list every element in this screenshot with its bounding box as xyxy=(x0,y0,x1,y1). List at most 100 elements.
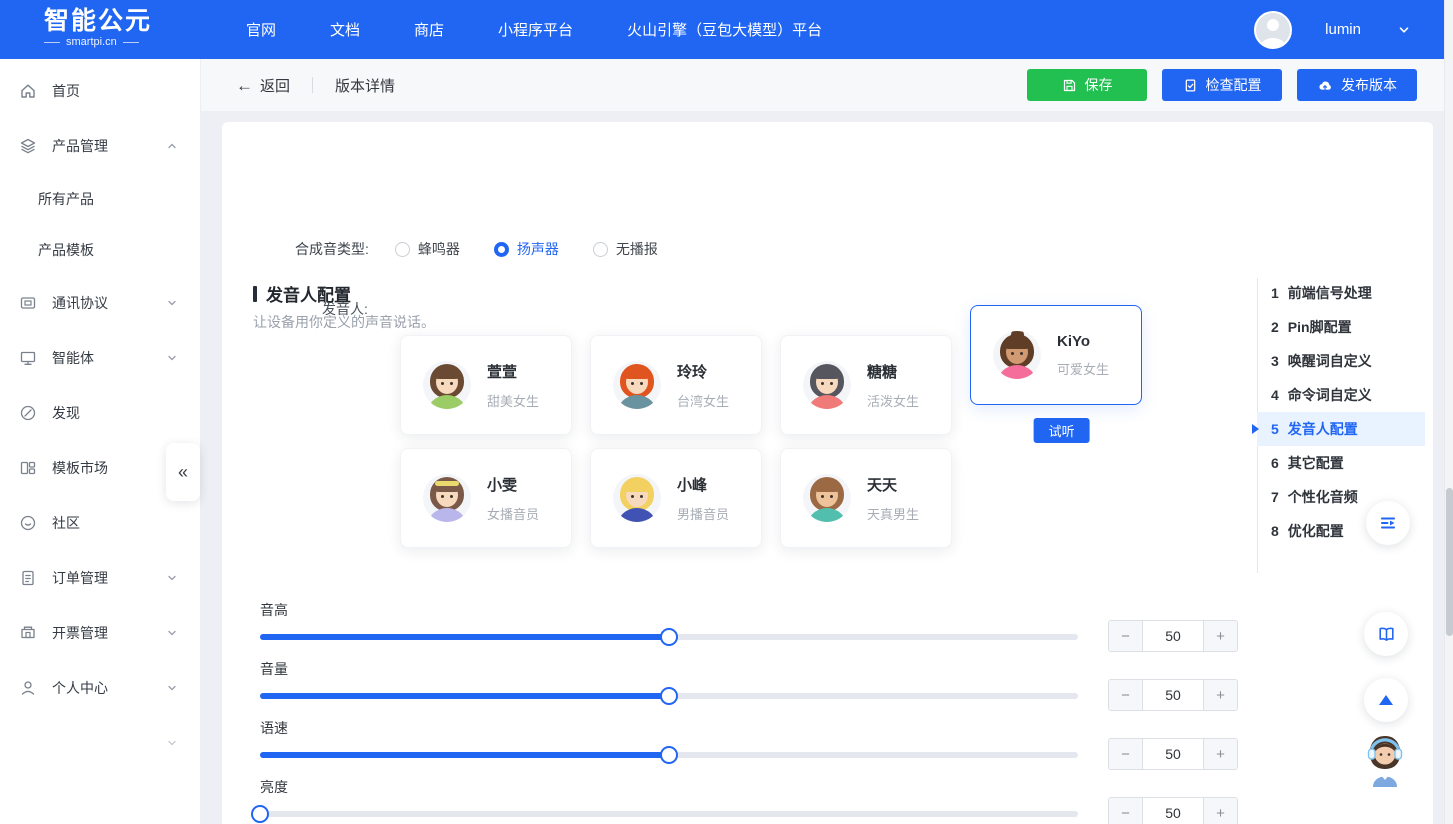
toolbar-left: ← 返回 版本详情 xyxy=(236,59,395,111)
slider-fill xyxy=(260,693,669,699)
audition-button[interactable]: 试听 xyxy=(1034,418,1090,443)
sidebar-item-order-management[interactable]: 订单管理 xyxy=(0,550,200,605)
avatar-eyes xyxy=(1011,352,1014,355)
community-icon xyxy=(19,514,37,532)
config-step-4[interactable]: 4命令词自定义 xyxy=(1257,378,1425,412)
sidebar-item-discover[interactable]: 发现 xyxy=(0,385,200,440)
sidebar-item-personal-center[interactable]: 个人中心 xyxy=(0,660,200,715)
avatar-fringe xyxy=(624,366,650,379)
synth-option-1[interactable]: 扬声器 xyxy=(494,239,559,259)
slider-row-1: 音高−+ xyxy=(222,600,1272,656)
filter-icon xyxy=(1378,513,1398,533)
slider-track[interactable] xyxy=(260,693,1078,699)
voice-card-3[interactable]: 糖糖活泼女生 xyxy=(780,335,952,435)
sidebar-item-label: 产品模板 xyxy=(38,240,94,260)
voice-meta: 小峰男播音员 xyxy=(677,474,729,523)
stepper-minus-button[interactable]: − xyxy=(1109,680,1143,710)
voices-label: 发音人: xyxy=(322,299,368,319)
voice-card-5[interactable]: 小雯女播音员 xyxy=(400,448,572,548)
home-icon xyxy=(19,82,37,100)
slider-handle[interactable] xyxy=(660,687,678,705)
user-avatar[interactable] xyxy=(1254,11,1292,49)
stepper-minus-button[interactable]: − xyxy=(1109,621,1143,651)
slider-handle[interactable] xyxy=(660,746,678,764)
voice-card-1[interactable]: 萱萱甜美女生 xyxy=(400,335,572,435)
config-step-1[interactable]: 1前端信号处理 xyxy=(1257,276,1425,310)
page-scrollbar[interactable] xyxy=(1444,0,1453,824)
chevron-down-icon[interactable] xyxy=(1397,23,1411,37)
logo[interactable]: 智能公元 smartpi.cn xyxy=(44,7,174,48)
sidebar-item-product-management[interactable]: 产品管理 xyxy=(0,118,200,173)
toolbar-divider xyxy=(312,77,313,93)
sidebar-item-community[interactable]: 社区 xyxy=(0,495,200,550)
voice-card-2[interactable]: 玲玲台湾女生 xyxy=(590,335,762,435)
sidebar-collapse-button[interactable]: « xyxy=(166,443,200,501)
back-button[interactable]: ← 返回 xyxy=(236,75,290,96)
sidebar-item-product-templates[interactable]: 产品模板 xyxy=(0,224,200,275)
sidebar-item-protocol[interactable]: 通讯协议 xyxy=(0,275,200,330)
slider-label: 音量 xyxy=(260,659,288,679)
synth-type-row: 合成音类型: 蜂鸣器扬声器无播报 xyxy=(295,239,658,259)
sidebar-menu: 首页产品管理所有产品产品模板通讯协议智能体发现模板市场社区订单管理开票管理个人中… xyxy=(0,63,200,770)
username[interactable]: lumin xyxy=(1325,21,1361,38)
avatar-eyes xyxy=(821,382,824,385)
sidebar-item-invoice-management[interactable]: 开票管理 xyxy=(0,605,200,660)
config-step-3[interactable]: 3唤醒词自定义 xyxy=(1257,344,1425,378)
stepper-value-input[interactable] xyxy=(1143,680,1203,710)
publish-button[interactable]: 发布版本 xyxy=(1297,69,1417,101)
radio-label: 无播报 xyxy=(616,239,658,259)
voice-avatar xyxy=(613,474,661,522)
check-config-button[interactable]: 检查配置 xyxy=(1162,69,1282,101)
nav-link[interactable]: 火山引擎（豆包大模型）平台 xyxy=(627,19,822,40)
slider-handle[interactable] xyxy=(251,805,269,823)
config-step-6[interactable]: 6其它配置 xyxy=(1257,446,1425,480)
save-button[interactable]: 保存 xyxy=(1027,69,1147,101)
avatar-eyes xyxy=(441,382,444,385)
config-step-2[interactable]: 2Pin脚配置 xyxy=(1257,310,1425,344)
nav-link[interactable]: 官网 xyxy=(246,19,276,40)
synth-option-2[interactable]: 无播报 xyxy=(593,239,658,259)
chevron-down-icon xyxy=(166,297,178,309)
stepper-minus-button[interactable]: − xyxy=(1109,798,1143,824)
sidebar-item-agent[interactable]: 智能体 xyxy=(0,330,200,385)
save-icon xyxy=(1062,78,1077,93)
top-navbar: 智能公元 smartpi.cn 官网 文档 商店 小程序平台 火山引擎（豆包大模型）平台… xyxy=(0,0,1453,59)
sidebar-item-home[interactable]: 首页 xyxy=(0,63,200,118)
check-config-label: 检查配置 xyxy=(1206,75,1262,95)
voice-card-6[interactable]: 小峰男播音员 xyxy=(590,448,762,548)
filter-fab-button[interactable] xyxy=(1366,501,1410,545)
avatar-fringe xyxy=(814,366,840,379)
stepper-value-input[interactable] xyxy=(1143,621,1203,651)
avatar-fringe xyxy=(814,479,840,492)
avatar-fringe xyxy=(434,366,460,379)
stepper-plus-button[interactable]: + xyxy=(1203,621,1237,651)
config-step-5[interactable]: 5发音人配置 xyxy=(1257,412,1425,446)
voice-card-4[interactable]: KiYo可爱女生 xyxy=(970,305,1142,405)
slider-handle[interactable] xyxy=(660,628,678,646)
stepper-plus-button[interactable]: + xyxy=(1203,739,1237,769)
logo-title: 智能公元 xyxy=(44,7,174,35)
stepper-minus-button[interactable]: − xyxy=(1109,739,1143,769)
slider-track[interactable] xyxy=(260,811,1078,817)
step-label: 发音人配置 xyxy=(1288,419,1358,439)
invoice-icon xyxy=(19,624,37,642)
stepper-plus-button[interactable]: + xyxy=(1203,798,1237,824)
voice-avatar xyxy=(993,331,1041,379)
stepper-value-input[interactable] xyxy=(1143,739,1203,769)
synth-option-0[interactable]: 蜂鸣器 xyxy=(395,239,460,259)
nav-link[interactable]: 商店 xyxy=(414,19,444,40)
step-number: 1 xyxy=(1271,285,1279,301)
slider-track[interactable] xyxy=(260,634,1078,640)
docs-fab-button[interactable] xyxy=(1364,612,1408,656)
customer-service-avatar[interactable] xyxy=(1356,729,1414,787)
stepper-plus-button[interactable]: + xyxy=(1203,680,1237,710)
sidebar-item-extra[interactable] xyxy=(0,715,200,770)
slider-track[interactable] xyxy=(260,752,1078,758)
nav-link[interactable]: 文档 xyxy=(330,19,360,40)
voice-card-7[interactable]: 天天天真男生 xyxy=(780,448,952,548)
back-to-top-button[interactable] xyxy=(1364,678,1408,722)
sidebar-item-all-products[interactable]: 所有产品 xyxy=(0,173,200,224)
stepper-value-input[interactable] xyxy=(1143,798,1203,824)
scrollbar-thumb[interactable] xyxy=(1446,488,1453,636)
nav-link[interactable]: 小程序平台 xyxy=(498,19,573,40)
